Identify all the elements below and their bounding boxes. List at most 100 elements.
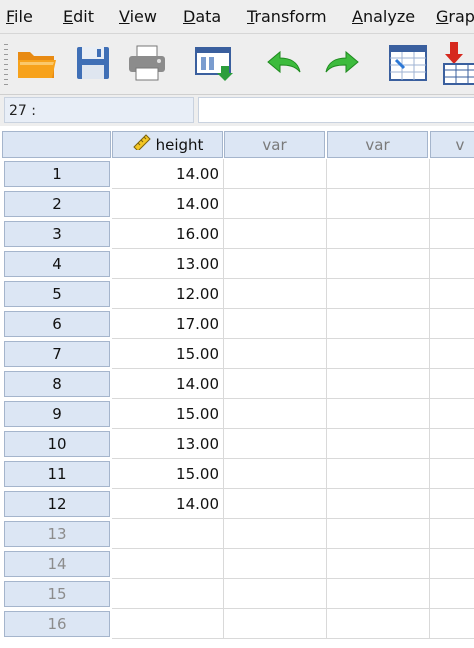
cell-var[interactable] — [224, 339, 327, 369]
cell-var[interactable] — [224, 609, 327, 639]
row-header[interactable]: 7 — [4, 341, 110, 367]
row-header[interactable]: 3 — [4, 221, 110, 247]
cell-height[interactable]: 13.00 — [112, 249, 224, 279]
cell-height[interactable]: 17.00 — [112, 309, 224, 339]
row-header[interactable]: 12 — [4, 491, 110, 517]
row-header[interactable]: 11 — [4, 461, 110, 487]
cell-height[interactable]: 15.00 — [112, 459, 224, 489]
cell-height[interactable]: 14.00 — [112, 369, 224, 399]
cell-height[interactable]: 14.00 — [112, 159, 224, 189]
cell-var[interactable] — [327, 309, 430, 339]
cell-height[interactable] — [112, 609, 224, 639]
cell-var[interactable] — [327, 429, 430, 459]
menu-file[interactable]: File — [6, 7, 33, 26]
cell-var[interactable] — [224, 189, 327, 219]
row-header[interactable]: 9 — [4, 401, 110, 427]
row-header[interactable]: 10 — [4, 431, 110, 457]
cell-height[interactable] — [112, 519, 224, 549]
cell-var[interactable] — [327, 519, 430, 549]
save-icon[interactable] — [70, 40, 116, 86]
menu-view[interactable]: View — [119, 7, 157, 26]
cell-var[interactable] — [224, 579, 327, 609]
cell-var[interactable] — [430, 249, 474, 279]
cell-var[interactable] — [430, 159, 474, 189]
cell-var[interactable] — [430, 219, 474, 249]
cell-var[interactable] — [224, 549, 327, 579]
insert-variable-icon[interactable] — [440, 40, 474, 86]
cell-height[interactable]: 14.00 — [112, 189, 224, 219]
column-header-height[interactable]: height — [112, 131, 223, 158]
redo-icon[interactable] — [318, 40, 364, 86]
cell-var[interactable] — [327, 189, 430, 219]
cell-height[interactable] — [112, 579, 224, 609]
dialog-recall-icon[interactable] — [191, 40, 237, 86]
cell-var[interactable] — [430, 549, 474, 579]
row-header[interactable]: 4 — [4, 251, 110, 277]
cell-height[interactable]: 16.00 — [112, 219, 224, 249]
cell-var[interactable] — [327, 609, 430, 639]
cell-var[interactable] — [224, 309, 327, 339]
cell-var[interactable] — [430, 369, 474, 399]
open-folder-icon[interactable] — [14, 40, 60, 86]
cell-var[interactable] — [430, 579, 474, 609]
cell-var[interactable] — [430, 429, 474, 459]
cell-var[interactable] — [224, 279, 327, 309]
cell-var[interactable] — [224, 519, 327, 549]
cell-var[interactable] — [327, 489, 430, 519]
grid-corner[interactable] — [2, 131, 111, 158]
cell-value-input[interactable] — [198, 97, 474, 123]
cell-var[interactable] — [224, 219, 327, 249]
cell-var[interactable] — [224, 399, 327, 429]
row-header[interactable]: 13 — [4, 521, 110, 547]
cell-height[interactable]: 13.00 — [112, 429, 224, 459]
cell-var[interactable] — [224, 489, 327, 519]
cell-height[interactable]: 12.00 — [112, 279, 224, 309]
cell-var[interactable] — [327, 249, 430, 279]
cell-height[interactable]: 15.00 — [112, 339, 224, 369]
row-header[interactable]: 8 — [4, 371, 110, 397]
row-header[interactable]: 1 — [4, 161, 110, 187]
column-header-var-3[interactable]: v — [430, 131, 474, 158]
cell-var[interactable] — [224, 159, 327, 189]
row-header[interactable]: 5 — [4, 281, 110, 307]
cell-var[interactable] — [327, 459, 430, 489]
cell-var[interactable] — [327, 549, 430, 579]
cell-var[interactable] — [327, 219, 430, 249]
cell-var[interactable] — [327, 369, 430, 399]
cell-height[interactable]: 15.00 — [112, 399, 224, 429]
cell-var[interactable] — [430, 609, 474, 639]
row-header[interactable]: 2 — [4, 191, 110, 217]
cell-var[interactable] — [430, 339, 474, 369]
cell-var[interactable] — [327, 399, 430, 429]
cell-var[interactable] — [327, 159, 430, 189]
row-header[interactable]: 16 — [4, 611, 110, 637]
cell-var[interactable] — [327, 279, 430, 309]
go-to-case-icon[interactable] — [386, 40, 432, 86]
menu-transform[interactable]: Transform — [247, 7, 327, 26]
cell-var[interactable] — [430, 309, 474, 339]
cell-var[interactable] — [224, 459, 327, 489]
menu-edit[interactable]: Edit — [63, 7, 94, 26]
row-header[interactable]: 6 — [4, 311, 110, 337]
row-header[interactable]: 14 — [4, 551, 110, 577]
cell-var[interactable] — [430, 399, 474, 429]
print-icon[interactable] — [124, 40, 170, 86]
cell-var[interactable] — [430, 279, 474, 309]
cell-var[interactable] — [224, 429, 327, 459]
menu-data[interactable]: Data — [183, 7, 221, 26]
column-header-var-1[interactable]: var — [224, 131, 325, 158]
cell-var[interactable] — [327, 579, 430, 609]
cell-var[interactable] — [430, 189, 474, 219]
menu-graphs[interactable]: Grap — [436, 7, 474, 26]
cell-var[interactable] — [430, 459, 474, 489]
row-header[interactable]: 15 — [4, 581, 110, 607]
cell-height[interactable] — [112, 549, 224, 579]
menu-analyze[interactable]: Analyze — [352, 7, 415, 26]
cell-height[interactable]: 14.00 — [112, 489, 224, 519]
cell-var[interactable] — [224, 249, 327, 279]
toolbar-grip[interactable] — [4, 42, 8, 86]
cell-var[interactable] — [224, 369, 327, 399]
undo-icon[interactable] — [262, 40, 308, 86]
cell-var[interactable] — [430, 489, 474, 519]
cell-var[interactable] — [327, 339, 430, 369]
